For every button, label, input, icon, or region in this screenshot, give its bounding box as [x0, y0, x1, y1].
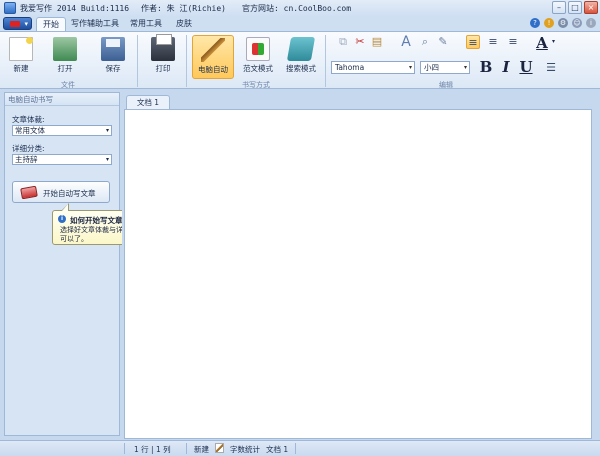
search-mode-label: 搜索模式 — [286, 64, 316, 73]
chevron-down-icon[interactable]: ▾ — [552, 38, 555, 45]
chevron-down-icon: ▾ — [105, 156, 109, 163]
template-mode-button[interactable]: 范文模式 — [240, 35, 276, 79]
category-select[interactable]: 主持辞 ▾ — [12, 154, 112, 165]
paste-icon[interactable]: ▤ — [370, 35, 384, 49]
app-menu-button[interactable]: ▾ — [3, 17, 32, 30]
tab-writing-tools[interactable]: 写作辅助工具 — [70, 17, 120, 31]
edit-group-label: 编辑 — [439, 81, 453, 89]
pane-title: 电脑自动书写 — [5, 93, 119, 106]
divider — [124, 443, 125, 454]
start-auto-write-label: 开始自动写文章 — [43, 189, 96, 198]
template-icon — [246, 37, 270, 61]
underline-button[interactable]: U — [519, 58, 533, 76]
find-icon[interactable]: ⌕ — [418, 35, 432, 49]
genre-label: 文章体裁: — [12, 115, 45, 124]
font-color-button[interactable]: A — [535, 34, 549, 52]
category-label: 详细分类: — [12, 144, 45, 153]
brush-icon — [201, 38, 225, 62]
window-controls: – □ × — [552, 1, 598, 14]
font-family-select[interactable]: Tahoma ▾ — [331, 61, 415, 74]
settings-icon[interactable]: ⚙ — [558, 18, 568, 28]
tab-common-tools[interactable]: 常用工具 — [126, 17, 166, 31]
status-document: 文档 1 — [266, 445, 289, 454]
pen-icon — [215, 443, 224, 453]
tab-home[interactable]: 开始 — [36, 17, 66, 31]
chevron-down-icon: ▾ — [105, 127, 109, 134]
flag-icon — [10, 21, 20, 27]
window-title: 我爱写作 2014 Build:1116 — [20, 4, 130, 13]
auto-write-pane: 电脑自动书写 文章体裁: 常用文体 ▾ 详细分类: 主持辞 ▾ 开始自动写文章 — [4, 92, 120, 436]
hint-icon[interactable]: ! — [544, 18, 554, 28]
divider — [186, 35, 187, 87]
genre-value: 常用文体 — [15, 126, 45, 135]
cut-icon[interactable]: ✂ — [353, 35, 367, 49]
tab-skin[interactable]: 皮肤 — [172, 17, 196, 31]
category-value: 主持辞 — [15, 155, 38, 164]
status-new[interactable]: 新建 — [194, 444, 209, 455]
minimize-button[interactable]: – — [552, 1, 566, 14]
cursor-position: 1 行 | 1 列 — [134, 445, 171, 454]
font-size-select[interactable]: 小四 ▾ — [420, 61, 470, 74]
open-label: 打开 — [57, 64, 73, 73]
info-icon: i — [58, 215, 66, 223]
save-icon — [101, 37, 125, 61]
help-icons: ? ! ⚙ ☺ i — [530, 18, 596, 28]
tooltip-title: 如何开始写文章 — [70, 216, 123, 225]
new-document-icon — [9, 37, 33, 61]
open-button[interactable]: 打开 — [48, 35, 82, 79]
align-right-icon[interactable]: ≡ — [506, 35, 520, 49]
list-icon[interactable]: ☰ — [544, 61, 558, 75]
template-mode-label: 范文模式 — [243, 64, 273, 73]
title-bar: 我爱写作 2014 Build:1116 作者: 朱 江(Richie) 官方网… — [0, 0, 600, 16]
font-family-value: Tahoma — [335, 63, 365, 72]
folder-open-icon — [53, 37, 77, 61]
print-label: 打印 — [155, 64, 171, 73]
tab-document-1[interactable]: 文档 1 — [126, 95, 170, 109]
italic-button[interactable]: I — [499, 58, 513, 76]
font-style-icon[interactable]: A — [399, 35, 413, 49]
print-button[interactable]: 打印 — [146, 34, 180, 79]
start-auto-write-button[interactable]: 开始自动写文章 — [12, 181, 110, 203]
chevron-down-icon: ▾ — [24, 20, 28, 28]
search-mode-button[interactable]: 搜索模式 — [282, 35, 320, 79]
edit-icon[interactable]: ✎ — [436, 35, 450, 49]
ribbon-tab-row: ▾ 开始 写作辅助工具 常用工具 皮肤 ? ! ⚙ ☺ i — [0, 16, 600, 31]
editor-page[interactable] — [124, 109, 592, 439]
user-icon[interactable]: ☺ — [572, 18, 582, 28]
status-bar: 1 行 | 1 列 新建 字数统计 文档 1 — [0, 440, 600, 456]
status-word-count[interactable]: 字数统计 — [230, 444, 260, 455]
book-search-icon — [286, 37, 316, 61]
maximize-button[interactable]: □ — [568, 1, 582, 14]
divider — [137, 35, 138, 87]
help-icon[interactable]: ? — [530, 18, 540, 28]
align-center-icon[interactable]: ≡ — [486, 35, 500, 49]
copy-icon[interactable]: ⧉ — [336, 35, 350, 49]
pen-pad-icon — [20, 185, 38, 200]
chevron-down-icon: ▾ — [408, 64, 412, 71]
document-area: 文档 1 — [122, 92, 596, 439]
info-icon[interactable]: i — [586, 18, 596, 28]
website-label: 官方网站: cn.CoolBoo.com — [242, 4, 352, 13]
chevron-down-icon: ▾ — [463, 64, 467, 71]
ribbon: 新建 打开 保存 文件 打印 电脑自动 范文模式 搜索模式 书写方式 ⧉ ✂ ▤… — [0, 31, 600, 89]
close-button[interactable]: × — [584, 1, 598, 14]
genre-select[interactable]: 常用文体 ▾ — [12, 125, 112, 136]
align-left-icon[interactable]: ≡ — [466, 35, 480, 49]
author-label: 作者: 朱 江(Richie) — [141, 4, 226, 13]
writing-group-label: 书写方式 — [242, 81, 270, 89]
app-icon[interactable] — [4, 2, 16, 14]
auto-write-label: 电脑自动 — [198, 65, 228, 74]
bold-button[interactable]: B — [479, 58, 493, 76]
divider — [186, 443, 187, 454]
save-label: 保存 — [105, 64, 121, 73]
printer-icon — [151, 34, 175, 61]
file-group-label: 文件 — [61, 81, 75, 89]
divider — [295, 443, 296, 454]
new-button[interactable]: 新建 — [6, 35, 36, 79]
new-label: 新建 — [13, 64, 29, 73]
font-size-value: 小四 — [424, 63, 439, 72]
save-button[interactable]: 保存 — [98, 35, 128, 79]
auto-write-button[interactable]: 电脑自动 — [192, 35, 234, 79]
